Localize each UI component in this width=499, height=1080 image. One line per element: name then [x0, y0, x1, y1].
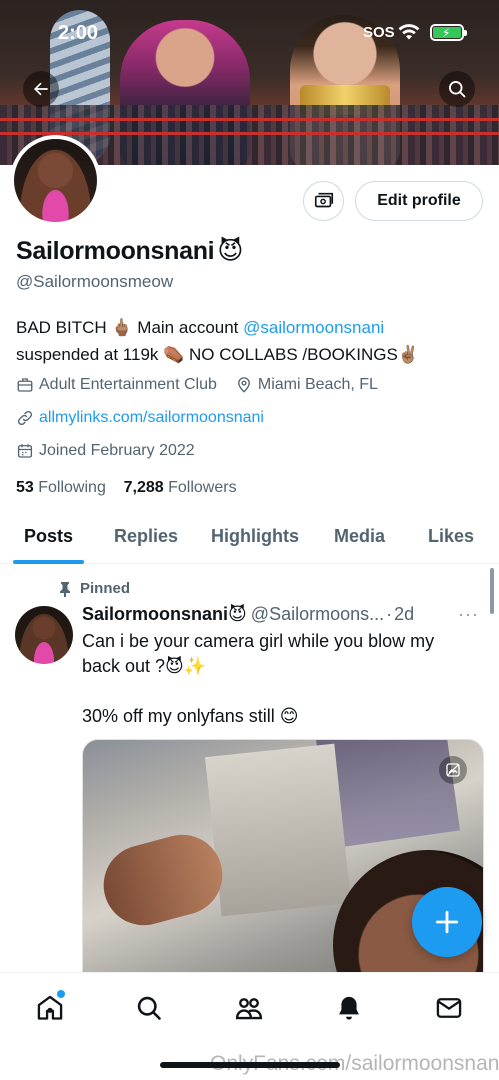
- follow-stats: 53 Following 7,288 Followers: [16, 479, 237, 497]
- profile-website-link[interactable]: allmylinks.com/sailormoonsnani: [39, 409, 264, 427]
- edit-profile-button[interactable]: Edit profile: [355, 181, 483, 221]
- search-button[interactable]: [439, 71, 475, 107]
- tweet-author-name[interactable]: Sailormoonsnani: [82, 604, 228, 625]
- followers-count: 7,288: [123, 479, 164, 496]
- profile-joined-date: Joined February 2022: [39, 442, 195, 459]
- money-icon: [314, 192, 333, 208]
- profile-location: Miami Beach, FL: [257, 376, 378, 393]
- briefcase-icon: [16, 376, 34, 394]
- tab-replies[interactable]: Replies: [114, 526, 178, 547]
- tweet-header: Sailormoonsnani 😈 @Sailormoons... · 2d: [82, 604, 482, 625]
- nav-communities[interactable]: [232, 991, 266, 1025]
- tweet-text-line: Can i be your camera girl while you blow…: [82, 631, 435, 651]
- location-pin-icon: [235, 376, 253, 394]
- tab-media[interactable]: Media: [334, 526, 385, 547]
- profile-meta-row: allmylinks.com/sailormoonsnani: [16, 409, 264, 427]
- home-indicator[interactable]: [160, 1062, 340, 1068]
- media-sensitive-icon: [439, 756, 467, 784]
- tweet-author-handle[interactable]: @Sailormoons...: [251, 604, 384, 625]
- tweet-text: 30% off my onlyfans still 😊: [82, 704, 482, 729]
- nav-messages[interactable]: [432, 991, 466, 1025]
- media-image-element: [94, 825, 232, 935]
- pinned-text: Pinned: [80, 580, 131, 597]
- profile-bio: BAD BITCH 🖕🏽 Main account @sailormoonsna…: [16, 314, 486, 368]
- notifications-icon: [339, 996, 359, 1020]
- status-sos: SOS: [363, 24, 395, 41]
- status-bar: 2:00 SOS ⚡: [0, 0, 499, 60]
- display-name-emoji: 😈: [217, 237, 244, 265]
- notification-dot: [57, 990, 65, 998]
- tweet-timestamp[interactable]: 2d: [394, 604, 414, 625]
- tweet-separator: ·: [386, 604, 393, 624]
- active-tab-indicator: [13, 560, 84, 564]
- link-icon: [16, 409, 34, 427]
- bio-text: BAD BITCH 🖕🏽 Main account: [16, 318, 244, 337]
- display-name-text: Sailormoonsnani: [16, 236, 215, 265]
- tweet-more-button[interactable]: ···: [458, 604, 479, 625]
- tweet-text-line: 30% off my onlyfans still 😊: [82, 706, 299, 726]
- following-label: Following: [38, 479, 106, 496]
- followers-link[interactable]: 7,288 Followers: [124, 479, 237, 496]
- bio-mention-link[interactable]: @sailormoonsnani: [243, 318, 384, 337]
- nav-home[interactable]: [33, 990, 67, 1025]
- back-button[interactable]: [23, 71, 59, 107]
- media-image-element: [204, 743, 352, 917]
- tweet-text: Can i be your camera girl while you blow…: [82, 629, 482, 679]
- following-count: 53: [16, 479, 34, 496]
- tweet-text-line: back out ?😈✨: [82, 656, 207, 676]
- tab-likes[interactable]: Likes: [428, 526, 474, 547]
- compose-button[interactable]: [412, 887, 482, 957]
- tweet-author-emoji: 😈: [228, 604, 247, 624]
- subscriptions-button[interactable]: [303, 181, 344, 221]
- scrollbar[interactable]: [490, 568, 494, 614]
- tab-highlights[interactable]: Highlights: [211, 526, 299, 547]
- nav-notifications[interactable]: [332, 991, 366, 1025]
- profile-avatar[interactable]: [10, 135, 101, 226]
- profile-category: Adult Entertainment Club: [39, 376, 217, 393]
- pinned-label: Pinned: [58, 580, 130, 597]
- communities-icon: [235, 998, 263, 1020]
- followers-label: Followers: [168, 479, 237, 496]
- tweet-media[interactable]: [82, 739, 484, 999]
- search-icon: [449, 81, 466, 98]
- calendar-icon: [16, 442, 34, 460]
- back-arrow-icon: [34, 82, 48, 96]
- profile-meta-row: Joined February 2022: [16, 442, 195, 460]
- tweet-author-avatar[interactable]: [15, 606, 73, 664]
- messages-icon: [436, 998, 462, 1018]
- bio-text: suspended at 119k ⚰️ NO COLLABS /BOOKING…: [16, 345, 419, 364]
- profile-tabs: Posts Replies Highlights Media Likes: [0, 510, 499, 564]
- plus-icon: [435, 910, 459, 934]
- home-icon: [37, 995, 63, 1020]
- pin-icon: [60, 581, 70, 597]
- explore-icon: [137, 996, 161, 1020]
- banner-image-element: [0, 132, 499, 135]
- banner-image-element: [0, 118, 499, 121]
- status-time: 2:00: [58, 22, 99, 44]
- battery-icon: ⚡: [430, 24, 467, 41]
- following-link[interactable]: 53 Following: [16, 479, 106, 496]
- tab-posts[interactable]: Posts: [24, 526, 73, 547]
- profile-display-name: Sailormoonsnani 😈: [16, 236, 243, 266]
- profile-meta-row: Adult Entertainment Club Miami Beach, FL: [16, 376, 378, 394]
- profile-handle: @Sailormoonsmeow: [16, 272, 174, 291]
- wifi-icon: [398, 24, 420, 40]
- nav-explore[interactable]: [132, 991, 166, 1025]
